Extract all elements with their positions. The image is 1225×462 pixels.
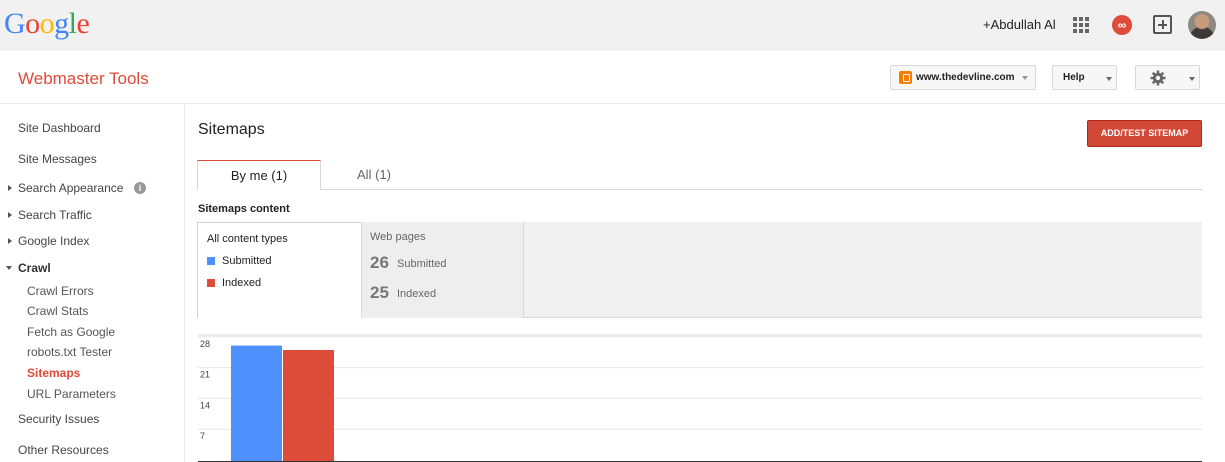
- info-icon[interactable]: i: [134, 182, 146, 194]
- sidebar-item-security-issues[interactable]: Security Issues: [18, 412, 99, 426]
- chevron-down-icon: [1106, 77, 1112, 81]
- y-tick-label: 7: [200, 431, 205, 441]
- add-test-sitemap-button[interactable]: ADD/TEST SITEMAP: [1087, 120, 1202, 147]
- chevron-down-icon: [1189, 77, 1195, 81]
- tab-all[interactable]: All (1): [321, 160, 427, 190]
- submitted-count-label: Submitted: [397, 258, 447, 270]
- indexed-count: 25: [370, 283, 389, 302]
- help-button[interactable]: Help: [1052, 65, 1117, 90]
- top-bar: Google +Abdullah Al ∞: [0, 0, 1225, 51]
- collapse-arrow-icon[interactable]: [6, 266, 12, 270]
- bar-submitted: [231, 345, 282, 462]
- sidebar-subitem-url-parameters[interactable]: URL Parameters: [27, 387, 116, 401]
- sidebar-item-search-appearance[interactable]: Search Appearance: [18, 181, 123, 195]
- google-logo[interactable]: Google: [4, 7, 90, 41]
- logo-letter: G: [4, 7, 26, 40]
- sidebar-item-crawl[interactable]: Crawl: [18, 261, 51, 275]
- sidebar-item-google-index[interactable]: Google Index: [18, 234, 89, 248]
- site-selector-label: www.thedevline.com: [916, 72, 1015, 83]
- web-pages-summary[interactable]: Web pages 26 Submitted 25 Indexed: [361, 222, 524, 318]
- avatar[interactable]: [1188, 11, 1216, 39]
- notifications-icon[interactable]: ∞: [1112, 15, 1132, 35]
- sidebar-item-site-messages[interactable]: Site Messages: [18, 152, 97, 166]
- tab-gap: [198, 189, 320, 190]
- expand-arrow-icon[interactable]: [8, 212, 12, 218]
- logo-letter: e: [76, 7, 90, 40]
- bar-indexed: [283, 350, 334, 462]
- logo-letter: o: [39, 7, 55, 40]
- help-label: Help: [1063, 72, 1085, 83]
- indexed-count-label: Indexed: [397, 288, 437, 300]
- sidebar-subitem-robots-tester[interactable]: robots.txt Tester: [27, 345, 112, 359]
- legend-swatch-indexed: [207, 279, 215, 287]
- site-selector-dropdown[interactable]: www.thedevline.com: [890, 65, 1036, 90]
- sidebar-item-search-traffic[interactable]: Search Traffic: [18, 208, 92, 222]
- submitted-count: 26: [370, 253, 389, 272]
- tab-by-me[interactable]: By me (1): [197, 160, 321, 190]
- content-types-selector[interactable]: All content types Submitted Indexed: [197, 222, 361, 318]
- sidebar-item-other-resources[interactable]: Other Resources: [18, 443, 109, 457]
- apps-grid-icon[interactable]: [1073, 17, 1089, 33]
- sidebar-subitem-crawl-stats[interactable]: Crawl Stats: [27, 304, 88, 318]
- sidebar-subitem-sitemaps[interactable]: Sitemaps: [27, 366, 80, 380]
- sidebar: Site Dashboard Site Messages Search Appe…: [0, 104, 185, 462]
- section-title: Sitemaps content: [198, 203, 290, 215]
- legend-swatch-submitted: [207, 257, 215, 265]
- sidebar-subitem-crawl-errors[interactable]: Crawl Errors: [27, 284, 94, 298]
- logo-letter: o: [25, 7, 40, 40]
- expand-arrow-icon[interactable]: [8, 185, 12, 191]
- expand-arrow-icon[interactable]: [8, 238, 12, 244]
- sidebar-subitem-fetch-as-google[interactable]: Fetch as Google: [27, 325, 115, 339]
- sidebar-item-site-dashboard[interactable]: Site Dashboard: [18, 121, 101, 135]
- logo-letter: l: [68, 7, 77, 40]
- share-plus-icon[interactable]: [1153, 15, 1172, 34]
- logo-letter: g: [54, 7, 69, 40]
- gear-icon: [1150, 70, 1166, 86]
- legend-label-submitted: Submitted: [222, 255, 272, 267]
- user-name-link[interactable]: +Abdullah Al: [983, 17, 1056, 32]
- y-tick-label: 21: [200, 370, 210, 380]
- legend-label-indexed: Indexed: [222, 277, 262, 289]
- product-title[interactable]: Webmaster Tools: [18, 69, 149, 89]
- sitemaps-bar-chart: 7 14 21 28: [198, 334, 1202, 462]
- web-pages-heading: Web pages: [370, 231, 426, 243]
- y-tick-label: 28: [200, 339, 210, 349]
- y-tick-label: 14: [200, 400, 210, 410]
- page-title: Sitemaps: [198, 121, 265, 138]
- blogger-icon: [899, 71, 912, 84]
- content-types-label: All content types: [207, 233, 288, 245]
- chevron-down-icon: [1022, 76, 1028, 80]
- settings-button[interactable]: [1135, 65, 1200, 90]
